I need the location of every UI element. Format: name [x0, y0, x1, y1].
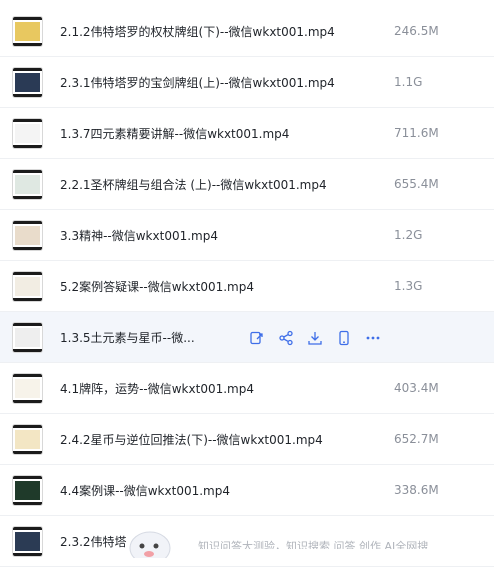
file-name[interactable]: 2.3.1伟特塔罗的宝剑牌组(上)--微信wkxt001.mp4 — [60, 74, 335, 91]
file-size: 1.2G — [394, 228, 423, 242]
file-name[interactable]: 1.3.5土元素与星币--微... — [60, 329, 195, 346]
file-name[interactable]: 4.4案例课--微信wkxt001.mp4 — [60, 482, 230, 499]
video-thumbnail[interactable] — [12, 271, 43, 302]
assistant-tip[interactable]: 知识问答大测验，知识搜索 问答 创作 AI全网搜 — [186, 528, 494, 549]
mascot-icon — [129, 531, 171, 558]
file-size: 403.4M — [394, 381, 439, 395]
file-size: 338.6M — [394, 483, 439, 497]
video-thumbnail[interactable] — [12, 475, 43, 506]
file-row[interactable]: 2.1.2伟特塔罗的权杖牌组(下)--微信wkxt001.mp4 246.5M — [0, 6, 494, 57]
file-name[interactable]: 5.2案例答疑课--微信wkxt001.mp4 — [60, 278, 254, 295]
file-name[interactable]: 3.3精神--微信wkxt001.mp4 — [60, 227, 218, 244]
file-name[interactable]: 2.4.2星币与逆位回推法(下)--微信wkxt001.mp4 — [60, 431, 323, 448]
share-link-icon[interactable] — [248, 329, 265, 346]
video-thumbnail[interactable] — [12, 526, 43, 557]
file-row[interactable]: 1.3.7四元素精要讲解--微信wkxt001.mp4 711.6M — [0, 108, 494, 159]
file-row[interactable]: 4.1牌阵，运势--微信wkxt001.mp4 403.4M — [0, 363, 494, 414]
video-thumbnail[interactable] — [12, 16, 43, 47]
video-thumbnail[interactable] — [12, 220, 43, 251]
more-icon[interactable] — [364, 329, 381, 346]
file-row[interactable]: 1.3.5土元素与星币--微... — [0, 312, 494, 363]
video-thumbnail[interactable] — [12, 169, 43, 200]
file-name[interactable]: 2.1.2伟特塔罗的权杖牌组(下)--微信wkxt001.mp4 — [60, 23, 335, 40]
file-size: 246.5M — [394, 24, 439, 38]
file-row[interactable]: 5.2案例答疑课--微信wkxt001.mp4 1.3G — [0, 261, 494, 312]
file-name[interactable]: 2.3.2伟特塔 — [60, 533, 127, 550]
file-size: 1.1G — [394, 75, 423, 89]
file-row[interactable]: 3.3精神--微信wkxt001.mp4 1.2G — [0, 210, 494, 261]
video-thumbnail[interactable] — [12, 118, 43, 149]
phone-icon[interactable] — [335, 329, 352, 346]
file-size: 655.4M — [394, 177, 439, 191]
file-size: 652.7M — [394, 432, 439, 446]
file-row[interactable]: 4.4案例课--微信wkxt001.mp4 338.6M — [0, 465, 494, 516]
file-row[interactable]: 2.3.1伟特塔罗的宝剑牌组(上)--微信wkxt001.mp4 1.1G — [0, 57, 494, 108]
video-thumbnail[interactable] — [12, 424, 43, 455]
file-name[interactable]: 4.1牌阵，运势--微信wkxt001.mp4 — [60, 380, 254, 397]
file-name[interactable]: 1.3.7四元素精要讲解--微信wkxt001.mp4 — [60, 125, 289, 142]
download-icon[interactable] — [306, 329, 323, 346]
video-thumbnail[interactable] — [12, 322, 43, 353]
row-actions — [248, 312, 381, 363]
share-icon[interactable] — [277, 329, 294, 346]
file-size: 1.3G — [394, 279, 423, 293]
video-thumbnail[interactable] — [12, 373, 43, 404]
file-size: 711.6M — [394, 126, 439, 140]
file-name[interactable]: 2.2.1圣杯牌组与组合法 (上)--微信wkxt001.mp4 — [60, 176, 327, 193]
file-row[interactable]: 2.2.1圣杯牌组与组合法 (上)--微信wkxt001.mp4 655.4M — [0, 159, 494, 210]
video-thumbnail[interactable] — [12, 67, 43, 98]
file-row[interactable]: 2.4.2星币与逆位回推法(下)--微信wkxt001.mp4 652.7M — [0, 414, 494, 465]
